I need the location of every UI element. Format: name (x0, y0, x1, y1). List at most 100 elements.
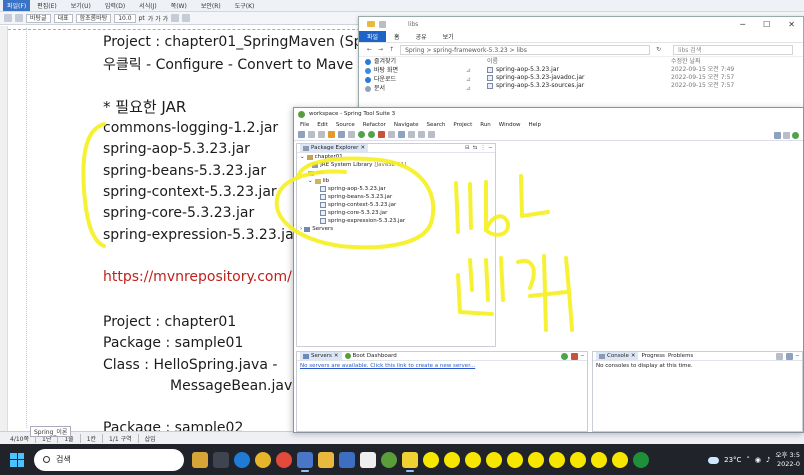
sts-menu-refactor[interactable]: Refactor (359, 122, 390, 128)
edge-icon[interactable] (234, 451, 250, 468)
run-icon[interactable] (368, 131, 375, 138)
column-name[interactable]: 이름 (481, 57, 671, 66)
kakaotalk-icon[interactable] (486, 451, 502, 468)
create-server-link[interactable]: No servers are available. Click this lin… (300, 363, 475, 369)
close-icon[interactable]: ✕ (334, 352, 339, 360)
console-tab[interactable]: Console ✕ (596, 352, 639, 360)
sts-icon[interactable] (381, 451, 397, 468)
app-icon[interactable] (633, 451, 649, 468)
tree-item-jar[interactable]: spring-beans-5.3.23.jar (300, 193, 495, 201)
app-icon[interactable] (360, 451, 376, 468)
editor-area[interactable] (500, 143, 802, 347)
open-perspective-icon[interactable] (774, 132, 781, 139)
minimize-icon[interactable]: ─ (740, 20, 745, 29)
back-icon[interactable] (418, 131, 425, 138)
quick-access-icon[interactable] (379, 20, 386, 28)
debug-icon[interactable] (358, 131, 365, 138)
nav-item-downloads[interactable]: 다운로드 ⊿ (365, 75, 477, 84)
column-date[interactable]: 수정한 날짜 (671, 57, 791, 66)
forward-arrow-icon[interactable]: → (378, 46, 383, 53)
align-left-icon[interactable] (171, 14, 180, 22)
nav-item-favorites[interactable]: 즐겨찾기 (365, 57, 477, 66)
nav-item-documents[interactable]: 문서 ⊿ (365, 84, 477, 93)
progress-tab[interactable]: Progress (641, 353, 664, 359)
sts-menu-help[interactable]: Help (524, 122, 545, 128)
temperature[interactable]: 23°C (724, 456, 741, 464)
hwp-menu-insert[interactable]: 입력(D) (98, 1, 132, 10)
ribbon-tab-share[interactable]: 공유 (408, 31, 435, 42)
font-size-input[interactable]: 10.0 (114, 13, 136, 23)
tree-item-project[interactable]: ⌄ chapter01 (300, 153, 495, 161)
kakaotalk-icon[interactable] (591, 451, 607, 468)
new-icon[interactable] (298, 131, 305, 138)
sts-menu-run[interactable]: Run (476, 122, 495, 128)
package-explorer-tab[interactable]: Package Explorer ✕ (300, 144, 369, 152)
pin-console-icon[interactable] (775, 352, 783, 360)
sts-menu-project[interactable]: Project (449, 122, 476, 128)
kakaotalk-icon[interactable] (444, 451, 460, 468)
tree-item-jar[interactable]: spring-context-5.3.23.jar (300, 201, 495, 209)
font-select[interactable]: 함초롬바탕 (75, 13, 112, 23)
server-icon[interactable] (338, 131, 345, 138)
sts-menu-edit[interactable]: Edit (313, 122, 332, 128)
sts-menu-search[interactable]: Search (423, 122, 450, 128)
display-console-icon[interactable] (785, 352, 793, 360)
sticky-notes-icon[interactable] (402, 451, 418, 472)
hwp-menu-file[interactable]: 파일(F) (3, 0, 31, 11)
document-tab[interactable]: Spring_이론 (30, 426, 72, 437)
minimize-icon[interactable]: ─ (489, 145, 492, 151)
kakaotalk-icon[interactable] (612, 451, 628, 468)
open-type-icon[interactable] (388, 131, 395, 138)
kakaotalk-icon[interactable] (549, 451, 565, 468)
build-icon[interactable] (328, 131, 335, 138)
tree-item-lib[interactable]: ⌄ lib (300, 177, 495, 185)
close-icon[interactable]: ✕ (788, 20, 795, 29)
close-icon[interactable]: ✕ (360, 144, 365, 152)
kakaotalk-icon[interactable] (465, 451, 481, 468)
font-lang-select[interactable]: 대표 (53, 13, 73, 23)
forward-icon[interactable] (428, 131, 435, 138)
cloud-icon[interactable] (708, 456, 720, 464)
start-button[interactable] (10, 452, 24, 467)
maximize-icon[interactable]: ☐ (763, 20, 770, 29)
save-icon[interactable] (308, 131, 315, 138)
start-server-icon[interactable] (560, 352, 568, 360)
java-perspective-icon[interactable] (783, 132, 790, 139)
chrome-profile-icon[interactable] (276, 451, 292, 468)
tree-item-jar[interactable]: spring-core-5.3.23.jar (300, 209, 495, 217)
tree-item-jre[interactable]: › JRE System Library [JavaSE-11] (300, 161, 495, 169)
app-icon[interactable] (192, 451, 208, 468)
doc-link[interactable]: https://mvnrepository.com/ (103, 269, 292, 285)
search-icon[interactable] (398, 131, 405, 138)
word-processor-icon[interactable] (297, 451, 313, 472)
sts-menu-window[interactable]: Window (495, 122, 525, 128)
task-view-icon[interactable] (213, 451, 229, 468)
search-input[interactable]: libs 검색 (673, 44, 794, 55)
chevron-up-icon[interactable]: ˄ (746, 456, 750, 464)
file-row[interactable]: spring-aop-5.3.23.jar 2022-09-15 오전 7:49 (481, 66, 801, 74)
style-select[interactable]: 바탕글 (26, 13, 51, 23)
problems-tab[interactable]: Problems (668, 353, 693, 359)
collapse-all-icon[interactable]: ⊟ (465, 145, 470, 151)
kakaotalk-icon[interactable] (528, 451, 544, 468)
ribbon-tab-home[interactable]: 홈 (386, 31, 408, 42)
up-arrow-icon[interactable]: ↑ (389, 46, 394, 53)
tree-item-jar[interactable]: spring-aop-5.3.23.jar (300, 185, 495, 193)
collapse-icon[interactable]: › (300, 225, 302, 233)
kakaotalk-icon[interactable] (423, 451, 439, 468)
tree-item-servers[interactable]: › Servers (300, 225, 495, 233)
hwp-menu-page[interactable]: 쪽(W) (164, 1, 194, 10)
link-editor-icon[interactable]: ⇆ (473, 145, 478, 151)
boot-dashboard-tab[interactable]: Boot Dashboard (344, 353, 397, 359)
hwp-menu-edit[interactable]: 편집(E) (30, 1, 64, 10)
annotation-icon[interactable] (408, 131, 415, 138)
kakaotalk-icon[interactable] (507, 451, 523, 468)
network-icon[interactable]: ◉ (755, 456, 761, 464)
volume-icon[interactable]: ♪ (766, 456, 770, 464)
app-icon[interactable] (339, 451, 355, 468)
refresh-icon[interactable]: ↻ (656, 46, 661, 53)
taskbar-search[interactable]: 검색 (34, 448, 184, 471)
stop-server-icon[interactable] (570, 352, 578, 360)
view-menu-icon[interactable]: ⋮ (480, 145, 486, 151)
file-row[interactable]: spring-aop-5.3.23-sources.jar 2022-09-15… (481, 82, 801, 90)
